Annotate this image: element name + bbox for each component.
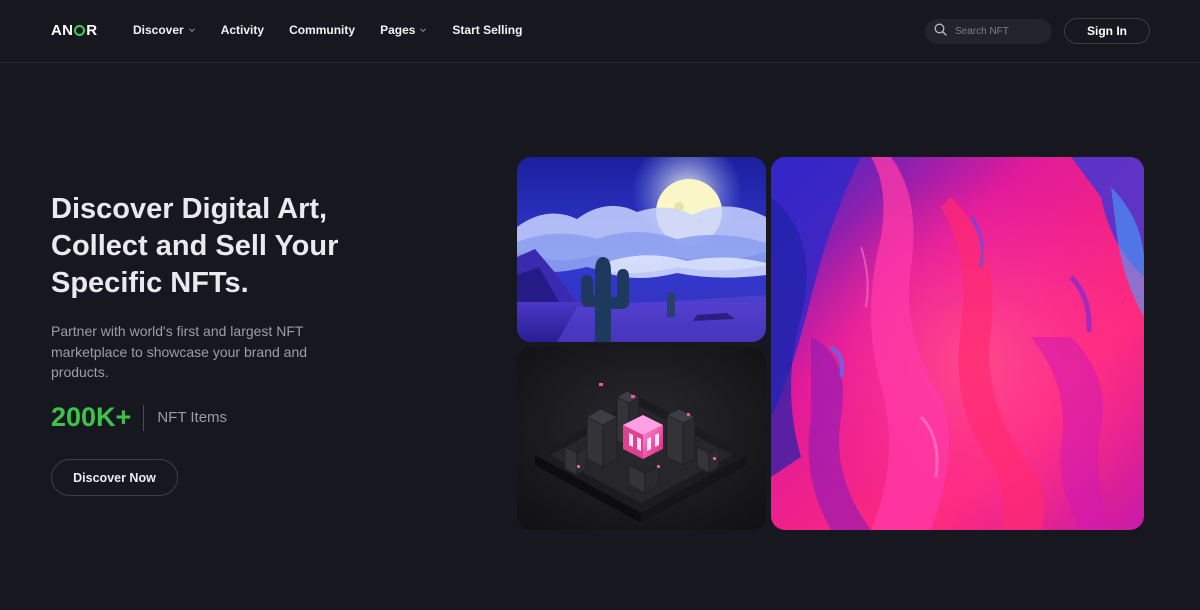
stat-value: 200K+ [51,402,132,432]
nav-item-label: Discover [133,23,184,37]
nav-item-activity[interactable]: Activity [221,23,264,37]
chevron-down-icon [188,26,196,34]
hero-title-line: Collect and Sell Your [51,230,339,262]
nav-item-community[interactable]: Community [289,23,355,37]
nav-item-discover[interactable]: Discover [133,23,196,37]
isometric-city-artwork[interactable] [517,347,766,530]
nav-item-label: Pages [380,23,416,37]
nav-item-label: Start Selling [452,23,523,37]
logo-text-end: R [86,22,98,39]
stat-divider [143,404,145,431]
search-icon [934,23,947,41]
sign-in-button[interactable]: Sign In [1064,18,1150,44]
search-input[interactable] [955,26,1039,37]
hero-title-line: Specific NFTs. [51,267,249,299]
brand-logo[interactable]: AN R [51,22,97,39]
hero-title: Discover Digital Art, Collect and Sell Y… [51,191,371,302]
top-navbar: AN R Discover Activity Community Pages S… [0,0,1200,63]
logo-text-start: AN [51,22,74,39]
nav-item-pages[interactable]: Pages [380,23,427,37]
hero-title-line: Discover Digital Art, [51,193,328,225]
hero-stats: 200K+ NFT Items [51,402,227,433]
night-desert-artwork[interactable] [517,157,766,342]
search-box[interactable] [925,19,1052,44]
stat-label: NFT Items [157,409,228,426]
hero-subtitle: Partner with world's first and largest N… [51,323,308,380]
nav-item-start-selling[interactable]: Start Selling [452,23,522,37]
chevron-down-icon [419,26,427,34]
logo-ring-icon [74,25,86,36]
abstract-fluid-artwork[interactable] [771,157,1144,530]
nav-item-label: Activity [220,23,265,37]
discover-now-button[interactable]: Discover Now [51,459,178,496]
main-nav: Discover Activity Community Pages Start … [133,23,547,37]
nav-item-label: Community [289,23,356,37]
